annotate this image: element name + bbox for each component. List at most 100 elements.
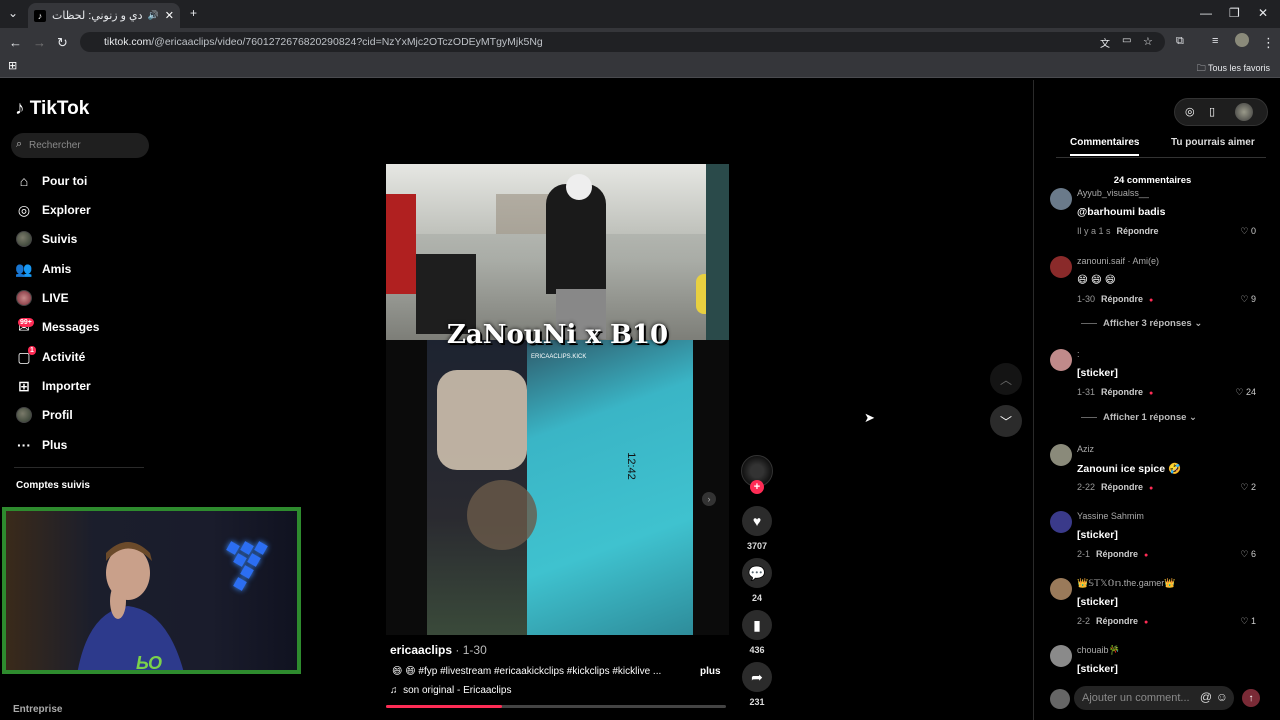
like-action[interactable]: ♥ 3707 — [741, 506, 773, 551]
video-sound[interactable]: ♫ son original - Ericaaclips — [390, 685, 511, 696]
reply-button[interactable]: Répondre — [1101, 387, 1143, 397]
reply-button[interactable]: Répondre — [1101, 294, 1143, 304]
cast-icon[interactable]: ▭ — [1122, 35, 1131, 46]
tab-comments[interactable]: Commentaires — [1070, 137, 1140, 156]
next-video-button[interactable]: ﹀ — [990, 405, 1022, 437]
reply-button[interactable]: Répondre — [1117, 226, 1159, 236]
creator-liked-icon: ● — [1149, 297, 1154, 304]
heart-icon[interactable]: ♥ — [742, 506, 772, 536]
commenter-name[interactable]: Yassine Sahmim — [1077, 511, 1144, 521]
comment-input[interactable]: Ajouter un comment... @ ☺ — [1074, 686, 1234, 710]
comment-text: [sticker] — [1077, 529, 1118, 541]
caption-more-button[interactable]: plus — [700, 666, 721, 677]
device-icon[interactable]: ▯ — [1209, 105, 1215, 118]
bookmark-star-icon[interactable]: ☆ — [1143, 35, 1153, 48]
browser-tab-bar: ⌄ ♪ رقلة من بادي و زنوني: لحظات 🔊 ✕ + — … — [0, 0, 1280, 28]
mention-icon[interactable]: @ — [1200, 690, 1212, 704]
close-tab-icon[interactable]: ✕ — [165, 9, 174, 22]
back-icon[interactable]: ← — [9, 35, 22, 50]
sidebar-item-importer[interactable]: ⊞ Importer — [16, 375, 91, 397]
reply-button[interactable]: Répondre — [1101, 482, 1143, 492]
profile-avatar[interactable] — [1235, 33, 1249, 47]
video-player[interactable]: 12:42 ZaNouNi x B10 ERICAACLIPS.KICK › — [386, 164, 729, 635]
tab-suggestions[interactable]: Tu pourrais aimer — [1171, 137, 1255, 148]
tiktok-logo[interactable]: ♪ TikTok — [15, 98, 89, 120]
sidebar-item-suivis[interactable]: Suivis — [16, 228, 77, 250]
commenter-avatar[interactable] — [1050, 511, 1072, 533]
reply-button[interactable]: Répondre — [1096, 549, 1138, 559]
share-icon[interactable]: ➦ — [742, 662, 772, 692]
comment-like-count: 2 — [1250, 482, 1256, 492]
forward-icon[interactable]: → — [33, 35, 46, 50]
commenter-avatar[interactable] — [1050, 444, 1072, 466]
save-action[interactable]: ▮ 436 — [741, 610, 773, 655]
comment-time: 1-31 — [1077, 387, 1096, 397]
extensions-icon[interactable]: ⧉ — [1176, 35, 1184, 48]
reply-button[interactable]: Répondre — [1096, 616, 1138, 626]
commenter-avatar[interactable] — [1050, 188, 1072, 210]
footer-entreprise-link[interactable]: Entreprise — [13, 704, 62, 715]
compass-icon[interactable]: ◎ — [1185, 105, 1195, 118]
reload-icon[interactable]: ↻ — [57, 35, 68, 51]
sidebar-item-live[interactable]: LIVE — [16, 287, 69, 309]
comment-like[interactable]: ♡ 0 — [1240, 226, 1256, 237]
comment-icon[interactable]: 💬 — [742, 558, 772, 588]
follow-plus-button[interactable]: + — [750, 480, 764, 494]
commenter-name[interactable]: Ayyub_visualss__ — [1077, 188, 1149, 198]
commenter-name[interactable]: Aziz — [1077, 444, 1094, 454]
messages-badge: 99+ — [18, 318, 34, 327]
search-input[interactable]: ⌕ Rechercher — [11, 133, 149, 158]
video-next-arrow-icon[interactable]: › — [702, 492, 716, 506]
video-author[interactable]: ericaaclips · 1-30 — [390, 643, 487, 657]
media-icon[interactable]: ≡ — [1212, 35, 1218, 47]
comment-like[interactable]: ♡ 2 — [1240, 482, 1256, 493]
commenter-avatar[interactable] — [1050, 349, 1072, 371]
commenter-avatar[interactable] — [1050, 256, 1072, 278]
audio-icon[interactable]: 🔊 — [148, 10, 159, 21]
new-tab-icon[interactable]: + — [190, 6, 197, 20]
comment-time: 2-2 — [1077, 616, 1091, 626]
comment-time: 2-1 — [1077, 549, 1091, 559]
show-replies-button[interactable]: Afficher 3 réponses ⌄ — [1081, 318, 1202, 329]
sidebar-item-activite[interactable]: ▢ Activité — [16, 346, 85, 368]
user-avatar[interactable] — [1235, 103, 1253, 121]
sidebar-item-amis[interactable]: 👥 Amis — [15, 258, 71, 280]
commenter-name[interactable]: chouaib🎋 — [1077, 645, 1120, 656]
share-action[interactable]: ➦ 231 — [741, 662, 773, 707]
apps-grid-icon[interactable]: ⊞ — [8, 59, 17, 72]
restore-icon[interactable]: ❐ — [1229, 6, 1240, 20]
friends-icon: 👥 — [15, 260, 33, 277]
minimize-icon[interactable]: — — [1200, 6, 1212, 20]
sidebar-item-label: Explorer — [42, 203, 91, 217]
sidebar-item-plus[interactable]: ··· Plus — [16, 434, 67, 456]
sidebar-item-profil[interactable]: Profil — [16, 404, 73, 426]
emoji-icon[interactable]: ☺ — [1216, 690, 1228, 704]
comment-like[interactable]: ♡ 6 — [1240, 549, 1256, 560]
like-count: 3707 — [746, 541, 768, 551]
send-comment-button[interactable]: ↑ — [1242, 689, 1260, 707]
comment-meta: 1-30 Répondre ● — [1077, 294, 1153, 304]
close-window-icon[interactable]: ✕ — [1258, 6, 1268, 20]
comment-like[interactable]: ♡ 9 — [1240, 294, 1256, 305]
previous-video-button[interactable]: ︿ — [990, 363, 1022, 395]
commenter-avatar[interactable] — [1050, 645, 1072, 667]
comment-like[interactable]: ♡ 1 — [1240, 616, 1256, 627]
sidebar-item-explorer[interactable]: ◎ Explorer — [16, 199, 91, 221]
commenter-name[interactable]: : — [1077, 349, 1080, 359]
commenter-avatar[interactable] — [1050, 578, 1072, 600]
comment-action[interactable]: 💬 24 — [741, 558, 773, 603]
all-bookmarks[interactable]: 🗀 Tous les favoris — [1197, 61, 1270, 77]
commenter-name[interactable]: 👑𝕊𝕋𝕏𝕆𝕟.the.gamer👑 — [1077, 578, 1176, 589]
video-progress-bar[interactable] — [386, 705, 726, 708]
comment-like[interactable]: ♡ 24 — [1235, 387, 1256, 398]
bookmark-icon[interactable]: ▮ — [742, 610, 772, 640]
translate-icon[interactable]: 文 — [1100, 35, 1110, 50]
url-input[interactable]: tiktok.com/@ericaaclips/video/7601272676… — [80, 32, 1165, 52]
show-replies-button[interactable]: Afficher 1 réponse ⌄ — [1081, 412, 1197, 423]
tab-search-icon[interactable]: ⌄ — [8, 6, 18, 20]
commenter-name[interactable]: zanouni.saif · Ami(e) — [1077, 256, 1159, 266]
browser-tab[interactable]: ♪ رقلة من بادي و زنوني: لحظات 🔊 ✕ — [28, 3, 180, 28]
menu-icon[interactable]: ⋮ — [1262, 35, 1275, 51]
sidebar-item-label: LIVE — [42, 291, 69, 305]
sidebar-item-pour-toi[interactable]: ⌂ Pour toi — [16, 170, 88, 192]
